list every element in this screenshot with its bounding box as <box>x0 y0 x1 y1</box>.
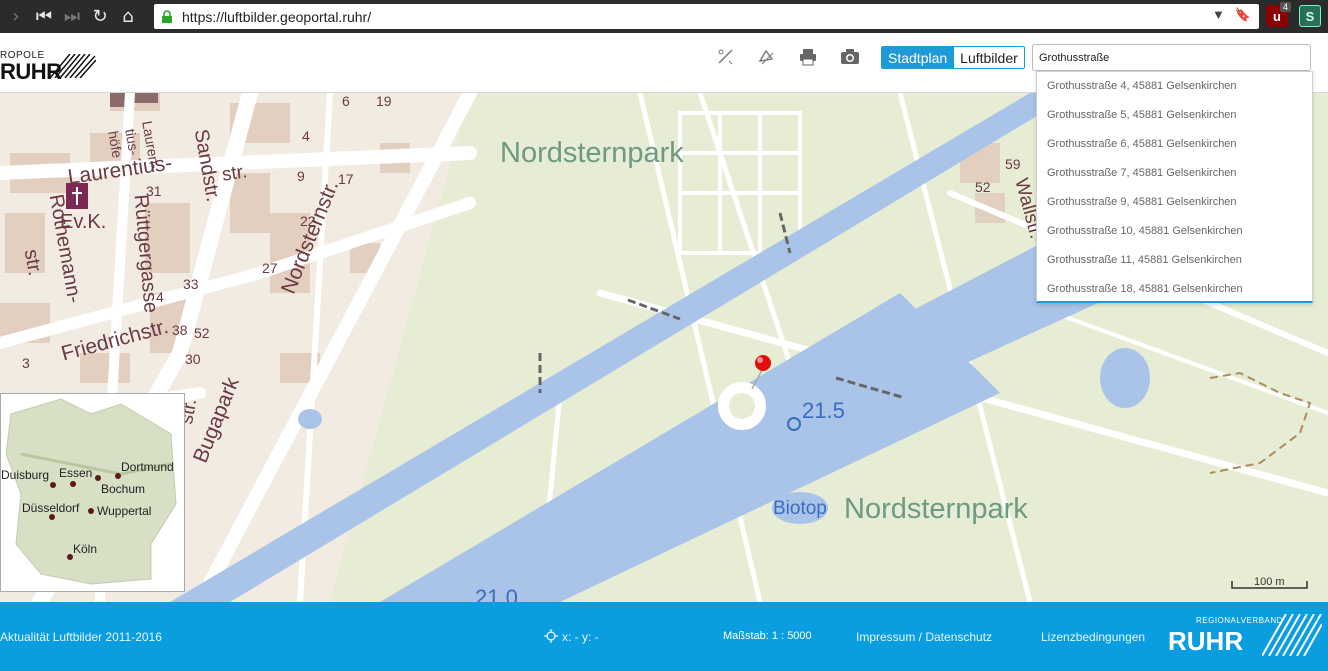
forward-skip-icon[interactable]: ⏭ <box>58 3 86 31</box>
extension-s-icon[interactable]: S <box>1299 5 1321 27</box>
forward-arrow-icon[interactable]: › <box>2 3 30 31</box>
overview-city: Bochum <box>101 482 146 496</box>
park-label-bottom: Nordsternpark <box>844 493 1028 525</box>
coords-text: x: - y: - <box>562 630 599 644</box>
footer-logo-big: RUHR <box>1168 626 1244 656</box>
overview-city: Dortmund <box>121 460 174 474</box>
biotop-label: Biotop <box>773 498 827 519</box>
camera-icon[interactable] <box>839 46 861 68</box>
street-str-1: str. <box>220 161 249 186</box>
pond-right <box>1100 348 1150 408</box>
print-icon[interactable] <box>797 46 819 68</box>
house-number: 27 <box>262 260 278 276</box>
address-search-input[interactable] <box>1032 44 1311 71</box>
house-number: 31 <box>146 183 162 199</box>
overview-city: Köln <box>73 542 98 556</box>
address-bar[interactable]: https://luftbilder.geoportal.ruhr/ ▼ 🔖 <box>154 4 1259 29</box>
app-window: › ⏮ ⏭ ↻ ⌂ https://luftbilder.geoportal.r… <box>0 0 1328 671</box>
house-number: 4 <box>156 289 164 305</box>
house-number: 52 <box>975 179 991 195</box>
luftbilder-button[interactable]: Luftbilder <box>953 47 1024 68</box>
suggestion-item[interactable]: Grothusstraße 7, 45881 Gelsenkirchen <box>1037 159 1312 188</box>
house-number: 22 <box>300 213 316 229</box>
impressum-link[interactable]: Impressum / Datenschutz <box>856 630 992 644</box>
church-icon <box>66 183 88 209</box>
footer-logo-stripes-icon <box>1262 614 1322 656</box>
house-number: 4 <box>302 128 310 144</box>
suggestion-item[interactable]: Grothusstraße 18, 45881 Gelsenkirchen <box>1037 275 1312 304</box>
marker-shine <box>757 357 763 363</box>
scale-label: 100 m <box>1254 576 1285 588</box>
overview-region-svg <box>5 398 177 585</box>
street-str-2: str. <box>19 247 46 278</box>
measure-line-icon[interactable] <box>715 46 737 68</box>
suggestion-item[interactable]: Grothusstraße 4, 45881 Gelsenkirchen <box>1037 72 1312 101</box>
location-marker[interactable] <box>755 355 771 371</box>
house-number: 17 <box>338 171 354 187</box>
dropdown-arrow-icon[interactable]: ▼ <box>1212 7 1225 23</box>
plaza-center <box>729 393 755 419</box>
house-number: 33 <box>183 276 199 292</box>
house-number: 59 <box>1005 156 1021 172</box>
house-number: 19 <box>376 93 392 109</box>
overview-city: Essen <box>59 466 93 480</box>
suggestion-item[interactable]: Grothusstraße 6, 45881 Gelsenkirchen <box>1037 130 1312 159</box>
crosshair-icon <box>544 629 558 643</box>
massstab-text: Maßstab: 1 : 5000 <box>723 630 812 642</box>
back-skip-icon[interactable]: ⏮ <box>30 3 58 31</box>
view-toggle: Stadtplan Luftbilder <box>881 46 1025 69</box>
home-icon[interactable]: ⌂ <box>114 3 142 31</box>
measure-area-icon[interactable] <box>755 46 777 68</box>
elevation-label-1: 21.5 <box>802 398 845 423</box>
house-number: 30 <box>185 351 201 367</box>
suggestion-item[interactable]: Grothusstraße 9, 45881 Gelsenkirchen <box>1037 188 1312 217</box>
suggestion-item[interactable]: Grothusstraße 10, 45881 Gelsenkirchen <box>1037 217 1312 246</box>
church-label: Ev.K. <box>60 211 107 233</box>
lock-icon <box>162 9 172 23</box>
extension-badge: 4 <box>1280 2 1292 12</box>
house-number: 6 <box>342 93 350 109</box>
browser-toolbar: › ⏮ ⏭ ↻ ⌂ https://luftbilder.geoportal.r… <box>0 0 1328 33</box>
house-number: 38 <box>172 322 188 338</box>
house-number: 9 <box>297 168 305 184</box>
logo-stripes-icon <box>50 54 96 78</box>
pond <box>298 409 322 429</box>
overview-city: Düsseldorf <box>22 501 80 515</box>
house-number: 3 <box>22 355 30 371</box>
overview-city: Duisburg <box>1 468 50 482</box>
house-number: 52 <box>194 325 210 341</box>
aktualitaet-text: Aktualität Luftbilder 2011-2016 <box>0 630 162 644</box>
park-label-top: Nordsternpark <box>500 137 684 169</box>
footer: Aktualität Luftbilder 2011-2016 x: - y: … <box>0 602 1328 671</box>
overview-map[interactable]: Duisburg Essen Dortmund Bochum Düsseldor… <box>0 393 185 592</box>
search-suggestions: Grothusstraße 4, 45881 Gelsenkirchen Gro… <box>1036 71 1313 303</box>
bookmark-icon[interactable]: 🔖 <box>1235 7 1251 23</box>
suggestion-item[interactable]: Grothusstraße 11, 45881 Gelsenkirchen <box>1037 246 1312 275</box>
stadtplan-button[interactable]: Stadtplan <box>882 47 954 68</box>
reload-icon[interactable]: ↻ <box>86 3 114 31</box>
suggestion-item[interactable]: Grothusstraße 5, 45881 Gelsenkirchen <box>1037 101 1312 130</box>
url-text: https://luftbilder.geoportal.ruhr/ <box>182 8 372 25</box>
elevation-label-2: 21.0 <box>475 585 518 602</box>
lizenz-link[interactable]: Lizenzbedingungen <box>1041 630 1145 644</box>
overview-city: Wuppertal <box>97 504 152 518</box>
